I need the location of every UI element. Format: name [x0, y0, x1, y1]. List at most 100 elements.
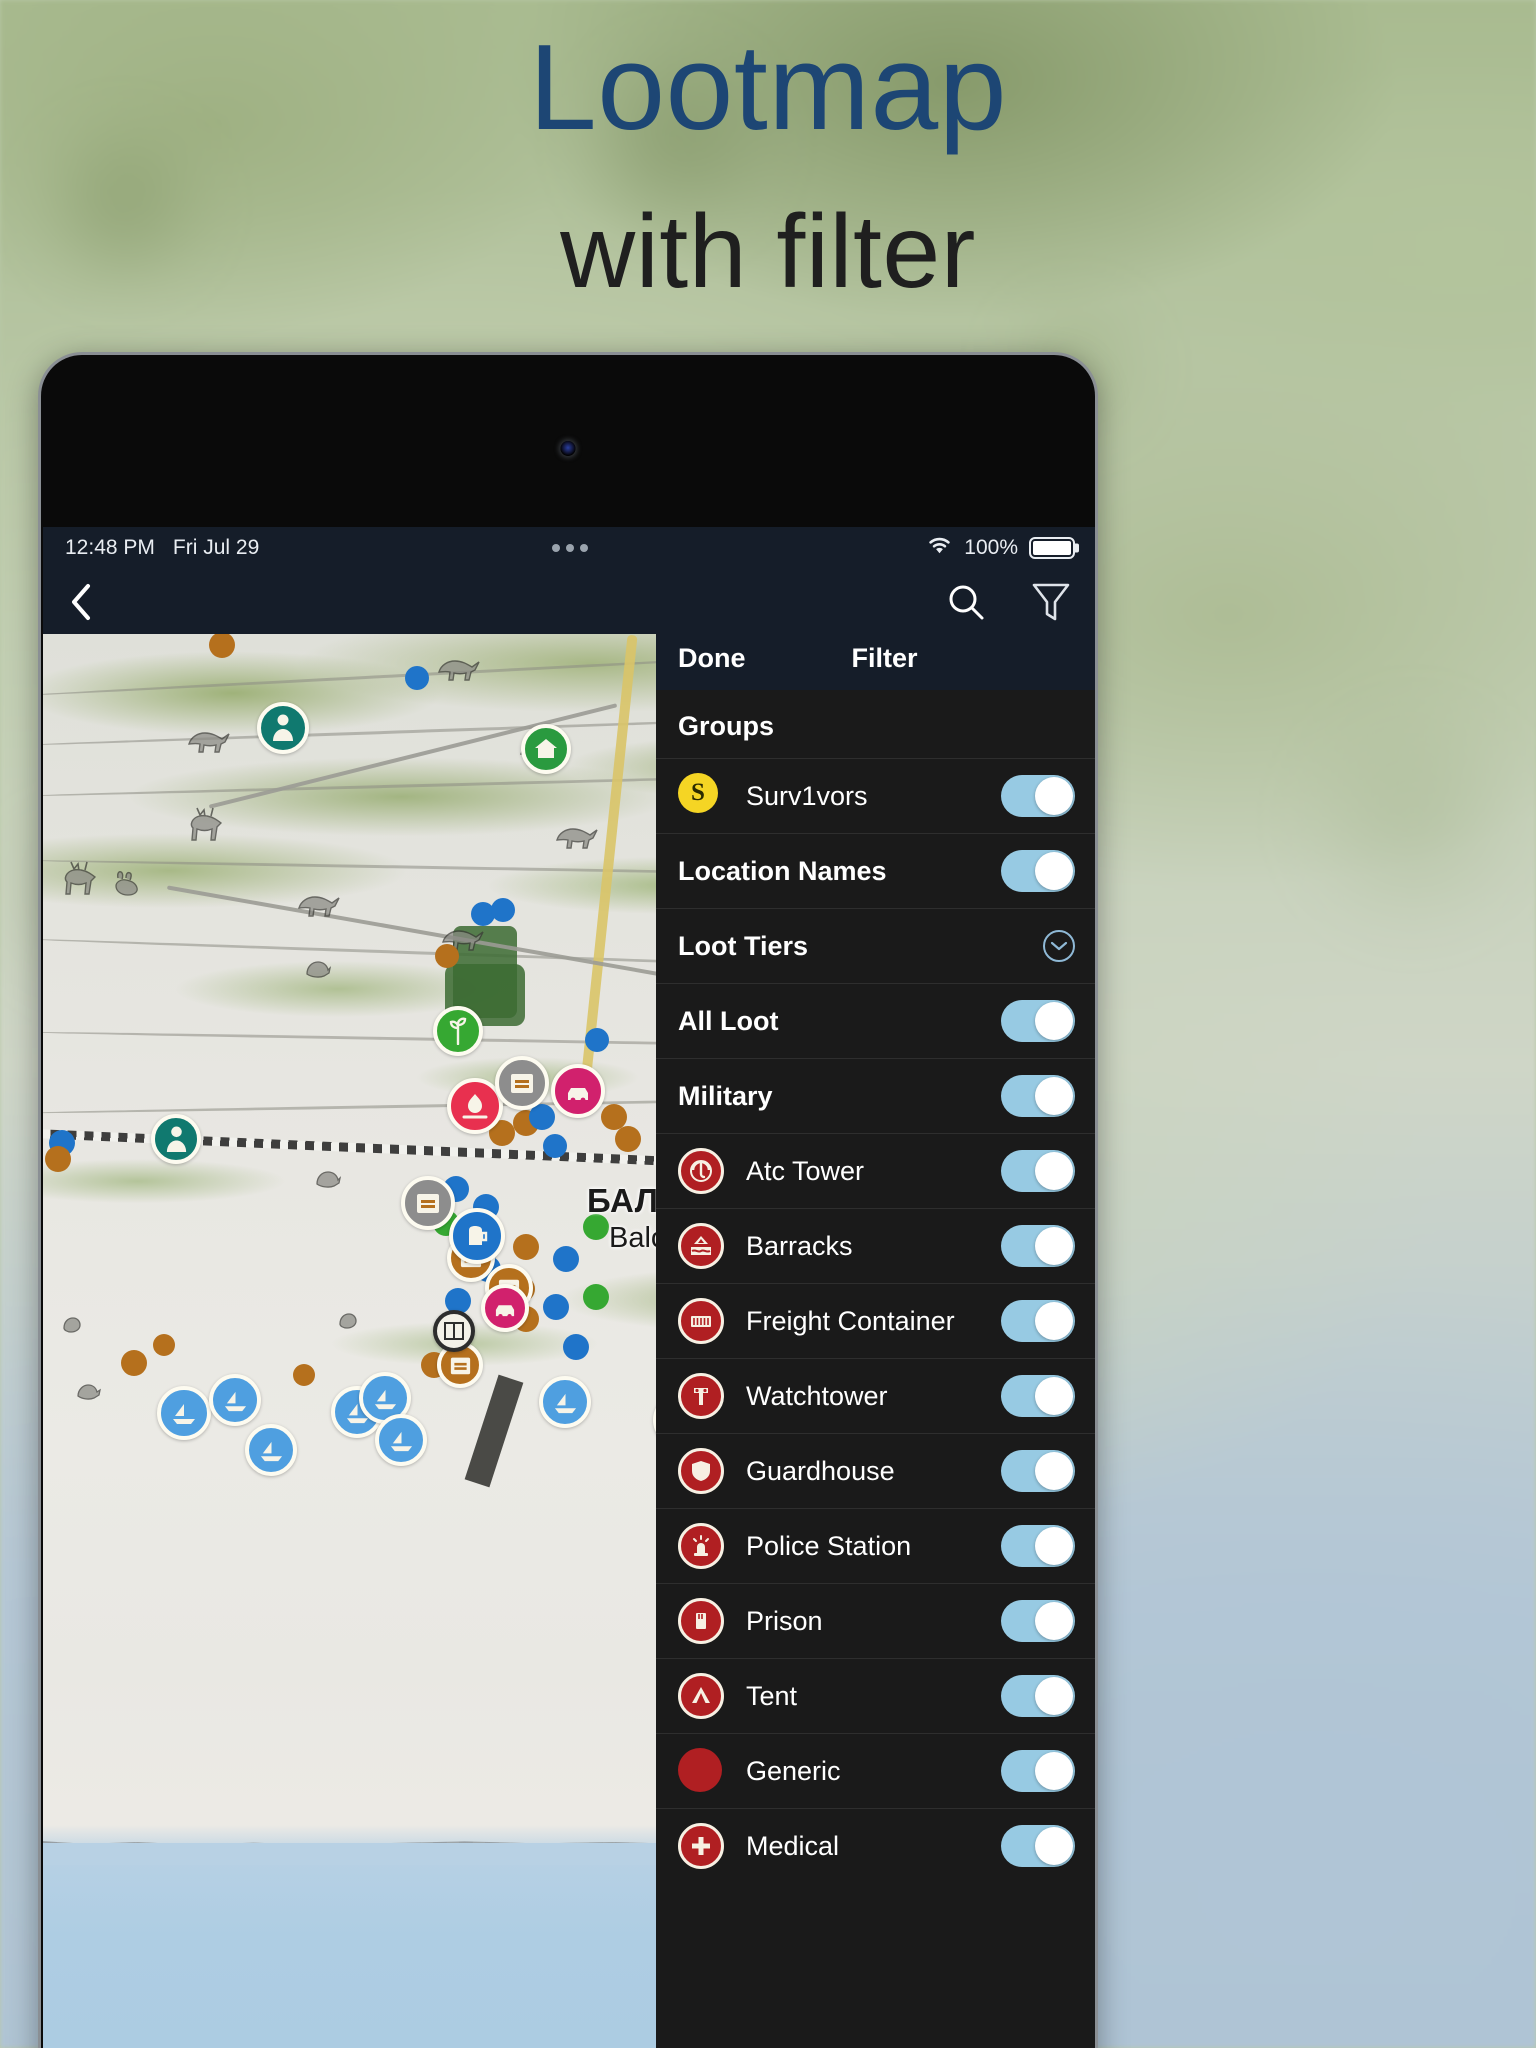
filter-panel-title: Filter [851, 642, 918, 673]
filter-row-label: Tent [746, 1680, 798, 1711]
watchtower-icon [678, 1373, 724, 1419]
toggle-watchtower[interactable] [1001, 1375, 1075, 1417]
tent-icon [678, 1673, 724, 1719]
filter-row-guardhouse[interactable]: Guardhouse [656, 1433, 1095, 1508]
goat-icon [433, 652, 481, 682]
filter-row-tent[interactable]: Tent [656, 1658, 1095, 1733]
funnel-filter-icon[interactable] [1031, 581, 1071, 623]
filter-row-medical[interactable]: Medical [656, 1808, 1095, 1883]
map-marker-book[interactable] [433, 1310, 475, 1352]
filter-row-location-names[interactable]: Location Names [656, 833, 1095, 908]
filter-row-label: All Loot [678, 1005, 779, 1036]
ellipsis-icon [552, 544, 588, 552]
map-marker-survivor[interactable] [257, 702, 309, 754]
map-marker-boat[interactable] [539, 1376, 591, 1428]
rabbit-icon [109, 870, 141, 900]
deer-icon [57, 856, 103, 900]
goat-icon [551, 820, 599, 850]
toggle-tent[interactable] [1001, 1675, 1075, 1717]
filter-row-label: Guardhouse [746, 1455, 895, 1486]
filter-row-label: Barracks [746, 1230, 853, 1261]
filter-row-military[interactable]: Military [656, 1058, 1095, 1133]
map-marker-garage[interactable] [401, 1176, 455, 1230]
filter-row-label: Atc Tower [746, 1155, 865, 1186]
map-marker-garage[interactable] [495, 1056, 549, 1110]
filter-row-label: Medical [746, 1830, 840, 1861]
letter-s-badge-icon: S [678, 773, 724, 819]
map-marker-farm[interactable] [433, 1006, 483, 1056]
map-marker-pub[interactable] [449, 1208, 505, 1264]
toggle-prison[interactable] [1001, 1600, 1075, 1642]
filter-row-surv1vors[interactable]: S Surv1vors [656, 758, 1095, 833]
groups-header-label: Groups [678, 711, 775, 741]
filter-row-label: Prison [746, 1605, 823, 1636]
map-marker-firestation[interactable] [481, 1284, 529, 1332]
filter-row-barracks[interactable]: Barracks [656, 1208, 1095, 1283]
done-button[interactable]: Done [678, 643, 746, 674]
filter-row-all-loot[interactable]: All Loot [656, 983, 1095, 1058]
filter-row-police-station[interactable]: Police Station [656, 1508, 1095, 1583]
filter-row-atc-tower[interactable]: Atc Tower [656, 1133, 1095, 1208]
chevron-down-circle-icon[interactable] [1043, 930, 1075, 962]
promo-title: Lootmap [528, 19, 1008, 155]
navigation-bar [43, 569, 1095, 634]
app-content: БАЛОТА Balota Done Filter Groups [43, 626, 1095, 2048]
battery-percent: 100% [964, 536, 1018, 559]
front-camera [560, 441, 576, 456]
map-marker-boat[interactable] [209, 1374, 261, 1426]
toggle-surv1vors[interactable] [1001, 775, 1075, 817]
toggle-atc-tower[interactable] [1001, 1150, 1075, 1192]
toggle-medical[interactable] [1001, 1825, 1075, 1867]
tablet-screen: 12:48 PM Fri Jul 29 100% Balota Done Fil… [43, 527, 1095, 2048]
police-siren-icon [678, 1523, 724, 1569]
map-marker-house[interactable] [521, 724, 571, 774]
filter-row-label: Watchtower [746, 1380, 888, 1411]
groups-section-header: Groups [656, 690, 1095, 758]
toggle-location-names[interactable] [1001, 850, 1075, 892]
generic-circle-icon [678, 1748, 724, 1794]
search-icon[interactable] [947, 583, 985, 621]
toggle-freight-container[interactable] [1001, 1300, 1075, 1342]
toggle-military[interactable] [1001, 1075, 1075, 1117]
freight-container-icon [678, 1298, 724, 1344]
barracks-icon [678, 1223, 724, 1269]
filter-row-label: Location Names [678, 855, 887, 886]
map-marker-firestation[interactable] [551, 1064, 605, 1118]
status-date: Fri Jul 29 [172, 536, 260, 559]
goat-icon [293, 888, 341, 918]
filter-row-generic[interactable]: Generic [656, 1733, 1095, 1808]
battery-full-icon [1029, 537, 1075, 559]
bird-icon [73, 1378, 101, 1402]
filter-row-prison[interactable]: Prison [656, 1583, 1095, 1658]
status-time: 12:48 PM [65, 536, 155, 559]
toggle-barracks[interactable] [1001, 1225, 1075, 1267]
promo-subtitle: with filter [560, 194, 976, 310]
filter-panel-header: Done Filter [656, 626, 1095, 690]
wifi-icon [926, 535, 953, 561]
toggle-all-loot[interactable] [1001, 1000, 1075, 1042]
filter-row-label: Generic [746, 1755, 841, 1786]
loot-tiers-header-label: Loot Tiers [678, 930, 809, 961]
toggle-guardhouse[interactable] [1001, 1450, 1075, 1492]
prison-icon [678, 1598, 724, 1644]
toggle-police-station[interactable] [1001, 1525, 1075, 1567]
loot-tiers-section-header[interactable]: Loot Tiers [656, 908, 1095, 983]
filter-row-watchtower[interactable]: Watchtower [656, 1358, 1095, 1433]
goat-icon [183, 724, 231, 754]
guardhouse-shield-icon [678, 1448, 724, 1494]
back-button[interactable] [69, 582, 93, 622]
filter-row-label: Military [678, 1080, 773, 1111]
filter-row-freight-container[interactable]: Freight Container [656, 1283, 1095, 1358]
bird-icon [301, 954, 331, 980]
filter-row-label: Surv1vors [746, 780, 868, 811]
filter-panel: Done Filter Groups S Surv1vors Location … [656, 626, 1095, 2048]
toggle-generic[interactable] [1001, 1750, 1075, 1792]
atc-tower-icon [678, 1148, 724, 1194]
tablet-device-frame: 12:48 PM Fri Jul 29 100% Balota Done Fil… [38, 352, 1098, 2048]
map-marker-boat[interactable] [375, 1414, 427, 1466]
medical-icon [678, 1823, 724, 1869]
map-marker-boat[interactable] [157, 1386, 211, 1440]
map-marker-survivor[interactable] [151, 1114, 201, 1164]
filter-row-label: Freight Container [746, 1305, 955, 1336]
map-marker-boat[interactable] [245, 1424, 297, 1476]
